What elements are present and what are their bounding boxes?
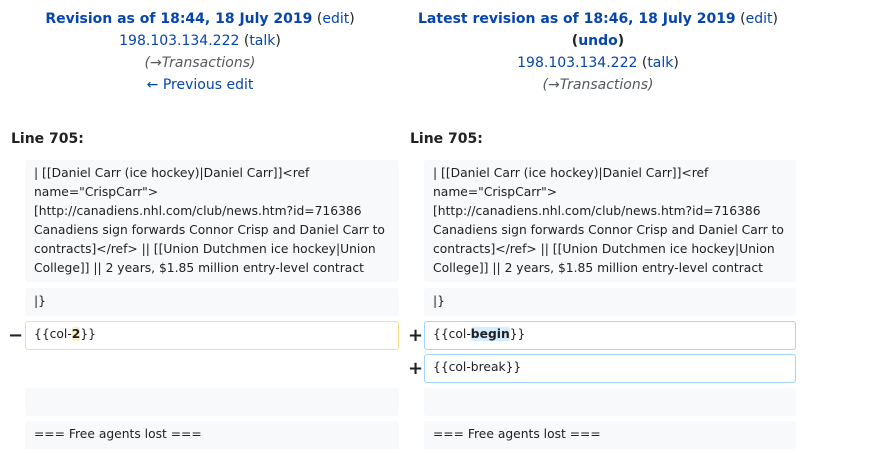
paren-close: )	[617, 33, 625, 49]
old-user-link[interactable]: 198.103.134.222	[119, 33, 239, 49]
added-text-suffix: }}	[509, 327, 526, 341]
context-close-left: |}	[25, 288, 399, 316]
old-talk-link[interactable]: talk	[249, 33, 275, 49]
context-close-right: |}	[424, 288, 796, 316]
summary-close: )	[648, 77, 654, 93]
new-talk-link[interactable]: talk	[647, 55, 673, 71]
paren-close: )	[275, 33, 281, 49]
old-revision-header: Revision as of 18:44, 18 July 2019 (edit…	[0, 8, 400, 96]
old-revision-link[interactable]: Revision as of 18:44, 18 July 2019	[45, 11, 312, 27]
summary-section-link[interactable]: Transactions	[162, 55, 250, 71]
summary-arrow[interactable]: (→	[542, 77, 559, 93]
right-line-number: Line 705:	[410, 131, 483, 147]
new-edit-summary: (→Transactions)	[398, 74, 798, 96]
added-text: {{col-	[433, 327, 471, 341]
summary-section-link[interactable]: Transactions	[560, 77, 648, 93]
context-block-right: | [[Daniel Carr (ice hockey)|Daniel Carr…	[424, 160, 796, 282]
deleted-text-suffix: }}	[80, 327, 97, 341]
paren-close: )	[673, 55, 679, 71]
summary-close: )	[250, 55, 256, 71]
old-edit-summary: (→Transactions)	[0, 52, 400, 74]
previous-edit-link[interactable]: ← Previous edit	[147, 77, 254, 93]
added-line-2: {{col-break}}	[424, 354, 796, 383]
plus-marker: +	[408, 325, 424, 346]
paren-close: )	[772, 11, 778, 27]
context-empty-left	[25, 388, 399, 416]
minus-marker: −	[8, 325, 24, 346]
old-edit-link[interactable]: edit	[322, 11, 349, 27]
left-line-number: Line 705:	[11, 131, 84, 147]
new-user-link[interactable]: 198.103.134.222	[517, 55, 637, 71]
deleted-line: {{col-2}}	[25, 321, 399, 350]
plus-marker: +	[408, 358, 424, 379]
context-heading-left: === Free agents lost ===	[25, 421, 399, 449]
added-highlight: begin	[470, 327, 510, 341]
undo-link[interactable]: undo	[578, 33, 618, 49]
summary-arrow[interactable]: (→	[144, 55, 161, 71]
added-line-1: {{col-begin}}	[424, 321, 796, 350]
new-revision-header: Latest revision as of 18:46, 18 July 201…	[398, 8, 798, 96]
new-edit-link[interactable]: edit	[746, 11, 773, 27]
context-empty-right	[424, 388, 796, 416]
context-block-left: | [[Daniel Carr (ice hockey)|Daniel Carr…	[25, 160, 399, 282]
context-heading-right: === Free agents lost ===	[424, 421, 796, 449]
new-revision-link[interactable]: Latest revision as of 18:46, 18 July 201…	[418, 11, 736, 27]
deleted-text: {{col-	[34, 327, 72, 341]
paren-close: )	[349, 11, 355, 27]
